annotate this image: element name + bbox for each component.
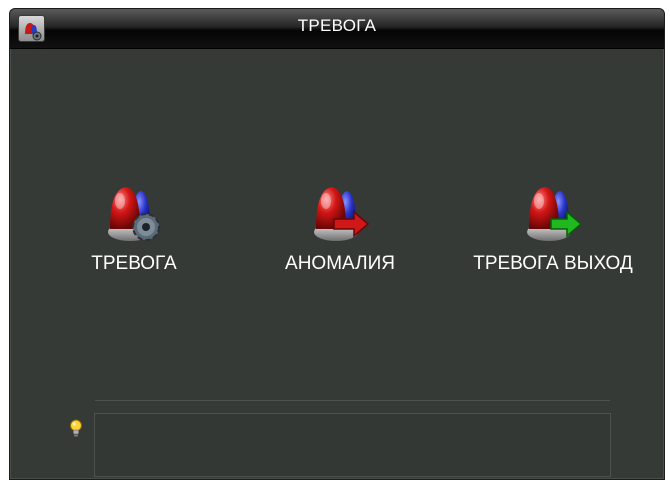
divider <box>95 400 610 401</box>
tip-text-box <box>94 413 611 477</box>
alarm-green-arrow-icon <box>527 187 583 241</box>
alarm-red-arrow-icon <box>314 187 370 241</box>
menu-label-anomaly: АНОМАЛИЯ <box>285 253 395 274</box>
title-bar: ТРЕВОГА <box>10 9 664 49</box>
alarm-window: ТРЕВОГА ТРЕВОГА АНОМАЛИЯ ТРЕВОГА ВЫХОД <box>9 8 665 480</box>
menu-item-alarm[interactable]: ТРЕВОГА <box>76 177 192 275</box>
menu-item-anomaly[interactable]: АНОМАЛИЯ <box>272 177 408 275</box>
menu-item-alarm-output[interactable]: ТРЕВОГА ВЫХОД <box>455 177 651 275</box>
lightbulb-icon <box>69 419 83 444</box>
window-title: ТРЕВОГА <box>297 16 377 35</box>
menu-label-alarm: ТРЕВОГА <box>91 253 177 274</box>
alarm-gear-icon <box>108 187 160 241</box>
menu-label-alarm-output: ТРЕВОГА ВЫХОД <box>473 253 633 274</box>
